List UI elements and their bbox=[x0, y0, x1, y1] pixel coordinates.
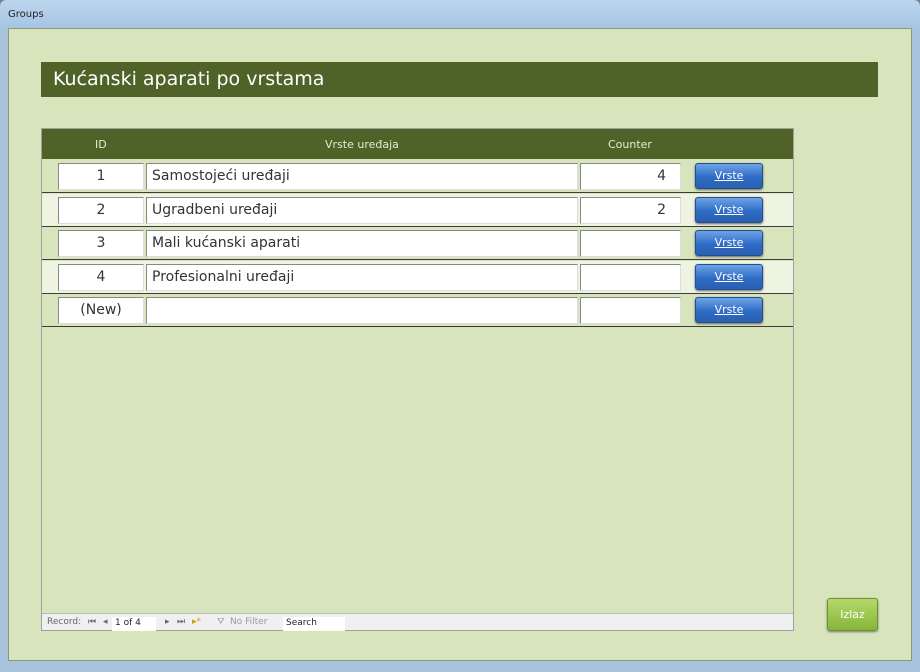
device-type-field[interactable] bbox=[146, 297, 578, 325]
vrste-button[interactable]: Vrste bbox=[695, 230, 763, 257]
exit-button[interactable]: Izlaz bbox=[827, 598, 878, 631]
vrste-button-label: Vrste bbox=[714, 202, 744, 216]
table-row: 4 Profesionalni uređaji Vrste bbox=[42, 260, 793, 294]
previous-record-button[interactable]: ◂ bbox=[103, 617, 108, 627]
form-title: Kućanski aparati po vrstama bbox=[53, 68, 325, 90]
vrste-button[interactable]: Vrste bbox=[695, 163, 763, 189]
counter-field[interactable] bbox=[580, 263, 681, 291]
table-row: 1 Samostojeći uređaji 4 Vrste bbox=[42, 160, 793, 193]
vrste-button[interactable]: Vrste bbox=[695, 263, 763, 290]
vrste-button-label: Vrste bbox=[714, 236, 744, 250]
vrste-button-label: Vrste bbox=[714, 169, 744, 182]
record-navigation-bar: Record: ⏮ ◂ 1 of 4 ▸ ⏭ ▸* ⛛ No Filter Se… bbox=[42, 613, 793, 631]
table-row: 3 Mali kućanski aparati Vrste bbox=[42, 227, 793, 261]
column-headers: ID Vrste uređaja Counter bbox=[42, 129, 793, 159]
window-titlebar: Groups bbox=[0, 0, 920, 30]
device-type-field[interactable]: Samostojeći uređaji bbox=[146, 163, 578, 190]
counter-field[interactable]: 2 bbox=[580, 196, 681, 224]
form-header: Kućanski aparati po vrstama bbox=[41, 62, 878, 97]
search-input[interactable]: Search bbox=[283, 617, 345, 631]
device-type-field[interactable]: Ugradbeni uređaji bbox=[146, 196, 578, 224]
window-title: Groups bbox=[8, 9, 44, 20]
vrste-button[interactable]: Vrste bbox=[695, 297, 763, 324]
id-field[interactable]: 2 bbox=[58, 196, 144, 224]
counter-field[interactable] bbox=[580, 297, 681, 325]
vrste-button[interactable]: Vrste bbox=[695, 196, 763, 223]
no-filter-button[interactable]: No Filter bbox=[230, 617, 267, 627]
column-header-name: Vrste uređaja bbox=[325, 138, 399, 151]
subform-datasheet: ID Vrste uređaja Counter 1 Samostojeći u… bbox=[41, 128, 794, 631]
vrste-button-label: Vrste bbox=[714, 269, 744, 283]
device-type-field[interactable]: Mali kućanski aparati bbox=[146, 230, 578, 258]
vrste-button-label: Vrste bbox=[714, 303, 744, 317]
counter-field[interactable] bbox=[580, 230, 681, 258]
id-field[interactable]: 4 bbox=[58, 263, 144, 291]
column-header-id: ID bbox=[95, 138, 107, 151]
table-row: (New) Vrste bbox=[42, 294, 793, 328]
next-record-button[interactable]: ▸ bbox=[165, 617, 170, 627]
column-header-counter: Counter bbox=[608, 138, 652, 151]
record-position-input[interactable]: 1 of 4 bbox=[112, 617, 156, 631]
id-field[interactable]: 1 bbox=[58, 163, 144, 190]
last-record-button[interactable]: ⏭ bbox=[177, 617, 185, 627]
record-label: Record: bbox=[47, 617, 82, 627]
device-type-field[interactable]: Profesionalni uređaji bbox=[146, 263, 578, 291]
counter-field[interactable]: 4 bbox=[580, 163, 681, 190]
first-record-button[interactable]: ⏮ bbox=[88, 617, 96, 627]
id-field[interactable]: (New) bbox=[58, 297, 144, 325]
id-field[interactable]: 3 bbox=[58, 230, 144, 258]
filter-icon: ⛛ bbox=[217, 617, 225, 627]
new-record-button[interactable]: ▸* bbox=[192, 617, 201, 627]
table-row: 2 Ugradbeni uređaji 2 Vrste bbox=[42, 193, 793, 227]
